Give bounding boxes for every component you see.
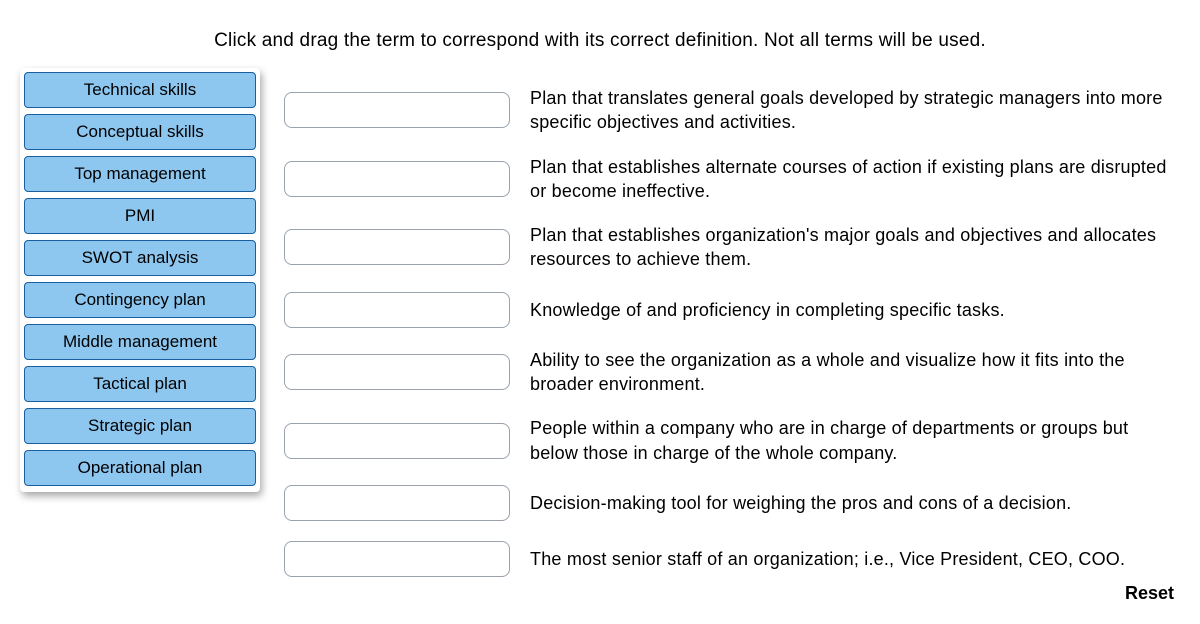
drop-zone[interactable]	[284, 229, 510, 265]
term-item[interactable]: Strategic plan	[24, 408, 256, 444]
term-item[interactable]: Contingency plan	[24, 282, 256, 318]
definition-text: Plan that translates general goals devel…	[530, 86, 1180, 135]
term-item[interactable]: Middle management	[24, 324, 256, 360]
term-item[interactable]: Top management	[24, 156, 256, 192]
definition-row: People within a company who are in charg…	[284, 416, 1180, 465]
definition-text: Plan that establishes alternate courses …	[530, 155, 1180, 204]
definition-row: Ability to see the organization as a who…	[284, 348, 1180, 397]
drop-zone[interactable]	[284, 92, 510, 128]
term-item[interactable]: Operational plan	[24, 450, 256, 486]
definition-text: People within a company who are in charg…	[530, 416, 1180, 465]
definitions-column: Plan that translates general goals devel…	[260, 68, 1180, 577]
drop-zone[interactable]	[284, 423, 510, 459]
definition-text: The most senior staff of an organization…	[530, 547, 1180, 571]
term-item[interactable]: PMI	[24, 198, 256, 234]
definition-row: Decision-making tool for weighing the pr…	[284, 485, 1180, 521]
definition-row: Knowledge of and proficiency in completi…	[284, 292, 1180, 328]
definition-text: Decision-making tool for weighing the pr…	[530, 491, 1180, 515]
drop-zone[interactable]	[284, 292, 510, 328]
terms-column: Technical skills Conceptual skills Top m…	[20, 68, 260, 492]
definition-row: Plan that establishes organization's maj…	[284, 223, 1180, 272]
term-item[interactable]: SWOT analysis	[24, 240, 256, 276]
definition-row: Plan that establishes alternate courses …	[284, 155, 1180, 204]
definition-text: Plan that establishes organization's maj…	[530, 223, 1180, 272]
exercise-area: Technical skills Conceptual skills Top m…	[20, 68, 1180, 577]
drop-zone[interactable]	[284, 541, 510, 577]
definition-row: Plan that translates general goals devel…	[284, 86, 1180, 135]
term-item[interactable]: Technical skills	[24, 72, 256, 108]
drop-zone[interactable]	[284, 161, 510, 197]
reset-button[interactable]: Reset	[20, 583, 1180, 604]
definition-text: Knowledge of and proficiency in completi…	[530, 298, 1180, 322]
instructions-text: Click and drag the term to correspond wi…	[20, 30, 1180, 52]
drop-zone[interactable]	[284, 354, 510, 390]
term-item[interactable]: Conceptual skills	[24, 114, 256, 150]
definition-text: Ability to see the organization as a who…	[530, 348, 1180, 397]
term-item[interactable]: Tactical plan	[24, 366, 256, 402]
drop-zone[interactable]	[284, 485, 510, 521]
definition-row: The most senior staff of an organization…	[284, 541, 1180, 577]
